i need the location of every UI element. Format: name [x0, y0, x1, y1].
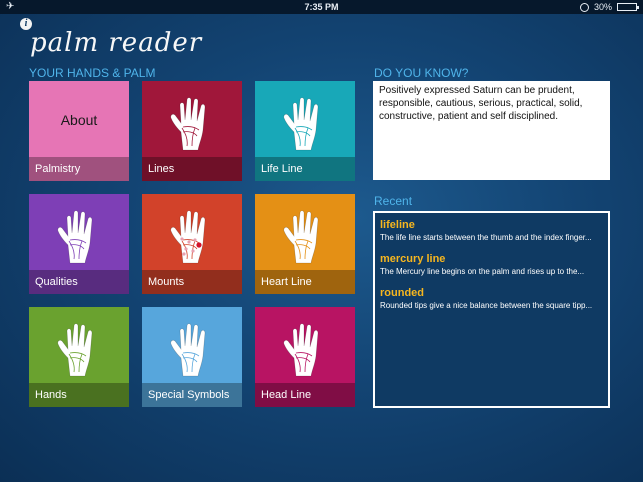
mount-dot: [187, 240, 191, 244]
tile-caption: Special Symbols: [142, 383, 242, 407]
tile-caption: Palmistry: [29, 157, 129, 181]
did-you-know-label: DO YOU KNOW?: [374, 66, 469, 80]
mount-dot: [182, 252, 186, 256]
hand-shape: [57, 210, 93, 264]
app-logo: palm reader: [30, 28, 203, 58]
rotation-lock-icon: [579, 2, 589, 12]
tile-qualities[interactable]: Qualities: [29, 194, 129, 294]
tile-caption: Head Line: [255, 383, 355, 407]
tile-life-line[interactable]: Life Line: [255, 81, 355, 181]
mount-dot: [180, 237, 184, 241]
did-you-know-panel: Positively expressed Saturn can be prude…: [373, 81, 610, 180]
tile-caption: Mounts: [142, 270, 242, 294]
hand-shape: [283, 210, 319, 264]
tiles-section-label: YOUR HANDS & PALM: [29, 66, 156, 80]
tile-caption: Hands: [29, 383, 129, 407]
mount-dot: [196, 242, 202, 248]
recent-item-title: rounded: [380, 287, 424, 299]
palm-hand-icon: [283, 97, 319, 151]
recent-item-desc: The life line starts between the thumb a…: [380, 233, 592, 242]
hand-shape: [283, 97, 319, 151]
tile-caption: Heart Line: [255, 270, 355, 294]
tile-hands[interactable]: Hands: [29, 307, 129, 407]
hand-shape: [170, 210, 206, 264]
recent-item-title: mercury line: [380, 253, 446, 265]
tile-about-palmistry[interactable]: About Palmistry: [29, 81, 129, 181]
recent-item-rounded[interactable]: rounded Rounded tips give a nice balance…: [380, 287, 603, 310]
recent-item-desc: The Mercury line begins on the palm and …: [380, 267, 585, 276]
hand-shape: [57, 323, 93, 377]
palm-hand-icon: [57, 323, 93, 377]
hand-shape: [170, 323, 206, 377]
recent-item-mercury-line[interactable]: mercury line The Mercury line begins on …: [380, 253, 603, 276]
palm-hand-icon: [283, 323, 319, 377]
palm-hand-icon: [170, 210, 206, 264]
tile-special-symbols[interactable]: Special Symbols: [142, 307, 242, 407]
recent-label: Recent: [374, 194, 413, 208]
did-you-know-text: Positively expressed Saturn can be prude…: [379, 85, 583, 122]
tile-about-text: About: [60, 112, 98, 128]
battery-percent: 30%: [593, 2, 612, 12]
recent-panel: lifeline The life line starts between th…: [373, 211, 610, 408]
status-bar: ✈ 7:35 PM 30%: [0, 0, 643, 14]
tile-mounts[interactable]: Mounts: [142, 194, 242, 294]
tile-caption: Lines: [142, 157, 242, 181]
hand-shape: [170, 97, 206, 151]
tile-head-line[interactable]: Head Line: [255, 307, 355, 407]
tile-lines[interactable]: Lines: [142, 81, 242, 181]
hand-shape: [283, 323, 319, 377]
status-time: 7:35 PM: [304, 2, 339, 12]
tile-caption: Life Line: [255, 157, 355, 181]
tile-caption: Qualities: [29, 270, 129, 294]
battery-icon: [617, 3, 639, 11]
tile-heart-line[interactable]: Heart Line: [255, 194, 355, 294]
palm-hand-icon: [170, 323, 206, 377]
palm-hand-icon: [283, 210, 319, 264]
recent-item-lifeline[interactable]: lifeline The life line starts between th…: [380, 219, 603, 242]
palm-hand-icon: [170, 97, 206, 151]
mount-dot: [191, 249, 195, 253]
mount-dot: [193, 238, 197, 242]
recent-item-title: lifeline: [380, 219, 415, 231]
status-right: 30%: [579, 2, 639, 12]
mount-dot: [184, 247, 188, 251]
recent-item-desc: Rounded tips give a nice balance between…: [380, 301, 593, 310]
palm-hand-icon: [57, 210, 93, 264]
